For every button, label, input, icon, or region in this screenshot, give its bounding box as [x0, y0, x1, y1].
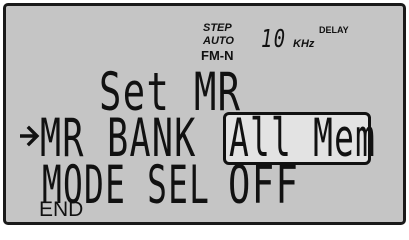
step-unit-label: KHz [293, 38, 315, 50]
step-value: 10 [261, 24, 287, 53]
delay-indicator: DELAY [319, 25, 349, 35]
right-arrow-icon [20, 125, 40, 147]
step-indicator: STEP [203, 22, 232, 34]
modulation-indicator: FM-N [201, 48, 234, 63]
lcd-display: STEP AUTO FM-N 10 KHz DELAY Set MR MR BA… [3, 3, 406, 225]
auto-indicator: AUTO [203, 35, 234, 47]
end-label[interactable]: END [39, 199, 83, 220]
mode-sel-value[interactable]: OFF [228, 159, 299, 212]
